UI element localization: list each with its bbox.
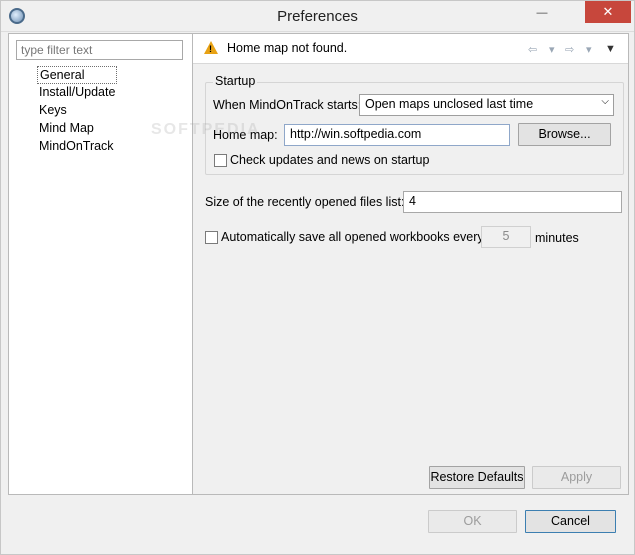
message-text: Home map not found. bbox=[227, 41, 348, 55]
autosave-minutes-input[interactable]: 5 bbox=[481, 226, 531, 248]
tree-item-general[interactable]: General bbox=[37, 66, 118, 84]
startup-group-label: Startup bbox=[213, 74, 258, 88]
watermark: SOFTPEDIA bbox=[151, 121, 261, 138]
tree-item-install-update[interactable]: Install/Update bbox=[37, 84, 117, 102]
recent-files-input[interactable]: 4 bbox=[403, 191, 622, 213]
view-menu-icon[interactable]: ▼ bbox=[605, 43, 616, 55]
autosave-unit-label: minutes bbox=[535, 231, 579, 245]
check-updates-checkbox[interactable] bbox=[214, 154, 227, 167]
ok-button[interactable]: OK bbox=[428, 510, 517, 533]
preference-tree-panel: General Install/Update Keys Mind Map Min… bbox=[8, 33, 193, 495]
when-starts-value: Open maps unclosed last time bbox=[365, 97, 534, 111]
when-starts-label: When MindOnTrack starts: bbox=[213, 98, 362, 112]
when-starts-select[interactable]: Open maps unclosed last time ⌵ bbox=[359, 94, 614, 116]
message-bar: ! Home map not found. ⇦ ▾ ⇨ ▾ ▼ bbox=[193, 34, 628, 64]
chevron-down-icon: ⌵ bbox=[601, 96, 609, 107]
forward-arrow-icon[interactable]: ⇨ bbox=[565, 43, 574, 56]
home-map-input[interactable]: http://win.softpedia.com bbox=[284, 124, 510, 146]
tree-item-mind-map[interactable]: Mind Map bbox=[37, 120, 117, 138]
preference-page: ! Home map not found. ⇦ ▾ ⇨ ▾ ▼ Startup … bbox=[193, 33, 629, 495]
check-updates-label: Check updates and news on startup bbox=[230, 153, 430, 167]
cancel-button[interactable]: Cancel bbox=[525, 510, 616, 533]
autosave-checkbox[interactable] bbox=[205, 231, 218, 244]
filter-input[interactable] bbox=[16, 40, 183, 60]
warning-icon: ! bbox=[204, 41, 218, 54]
restore-defaults-button[interactable]: Restore Defaults bbox=[429, 466, 525, 489]
preferences-window: Preferences — ✕ General Install/Update K… bbox=[0, 0, 635, 555]
recent-files-label: Size of the recently opened files list: bbox=[205, 195, 405, 209]
back-dropdown-icon[interactable]: ▾ bbox=[549, 43, 555, 56]
forward-dropdown-icon[interactable]: ▾ bbox=[586, 43, 592, 56]
title-bar: Preferences — ✕ bbox=[1, 1, 634, 32]
preference-tree: General Install/Update Keys Mind Map Min… bbox=[37, 66, 118, 156]
back-arrow-icon[interactable]: ⇦ bbox=[528, 43, 537, 56]
tree-item-keys[interactable]: Keys bbox=[37, 102, 117, 120]
tree-item-mindontrack[interactable]: MindOnTrack bbox=[37, 138, 117, 156]
browse-button[interactable]: Browse... bbox=[518, 123, 611, 146]
minimize-button[interactable]: — bbox=[531, 7, 553, 23]
apply-button[interactable]: Apply bbox=[532, 466, 621, 489]
close-button[interactable]: ✕ bbox=[585, 1, 631, 23]
autosave-label: Automatically save all opened workbooks … bbox=[221, 230, 484, 244]
